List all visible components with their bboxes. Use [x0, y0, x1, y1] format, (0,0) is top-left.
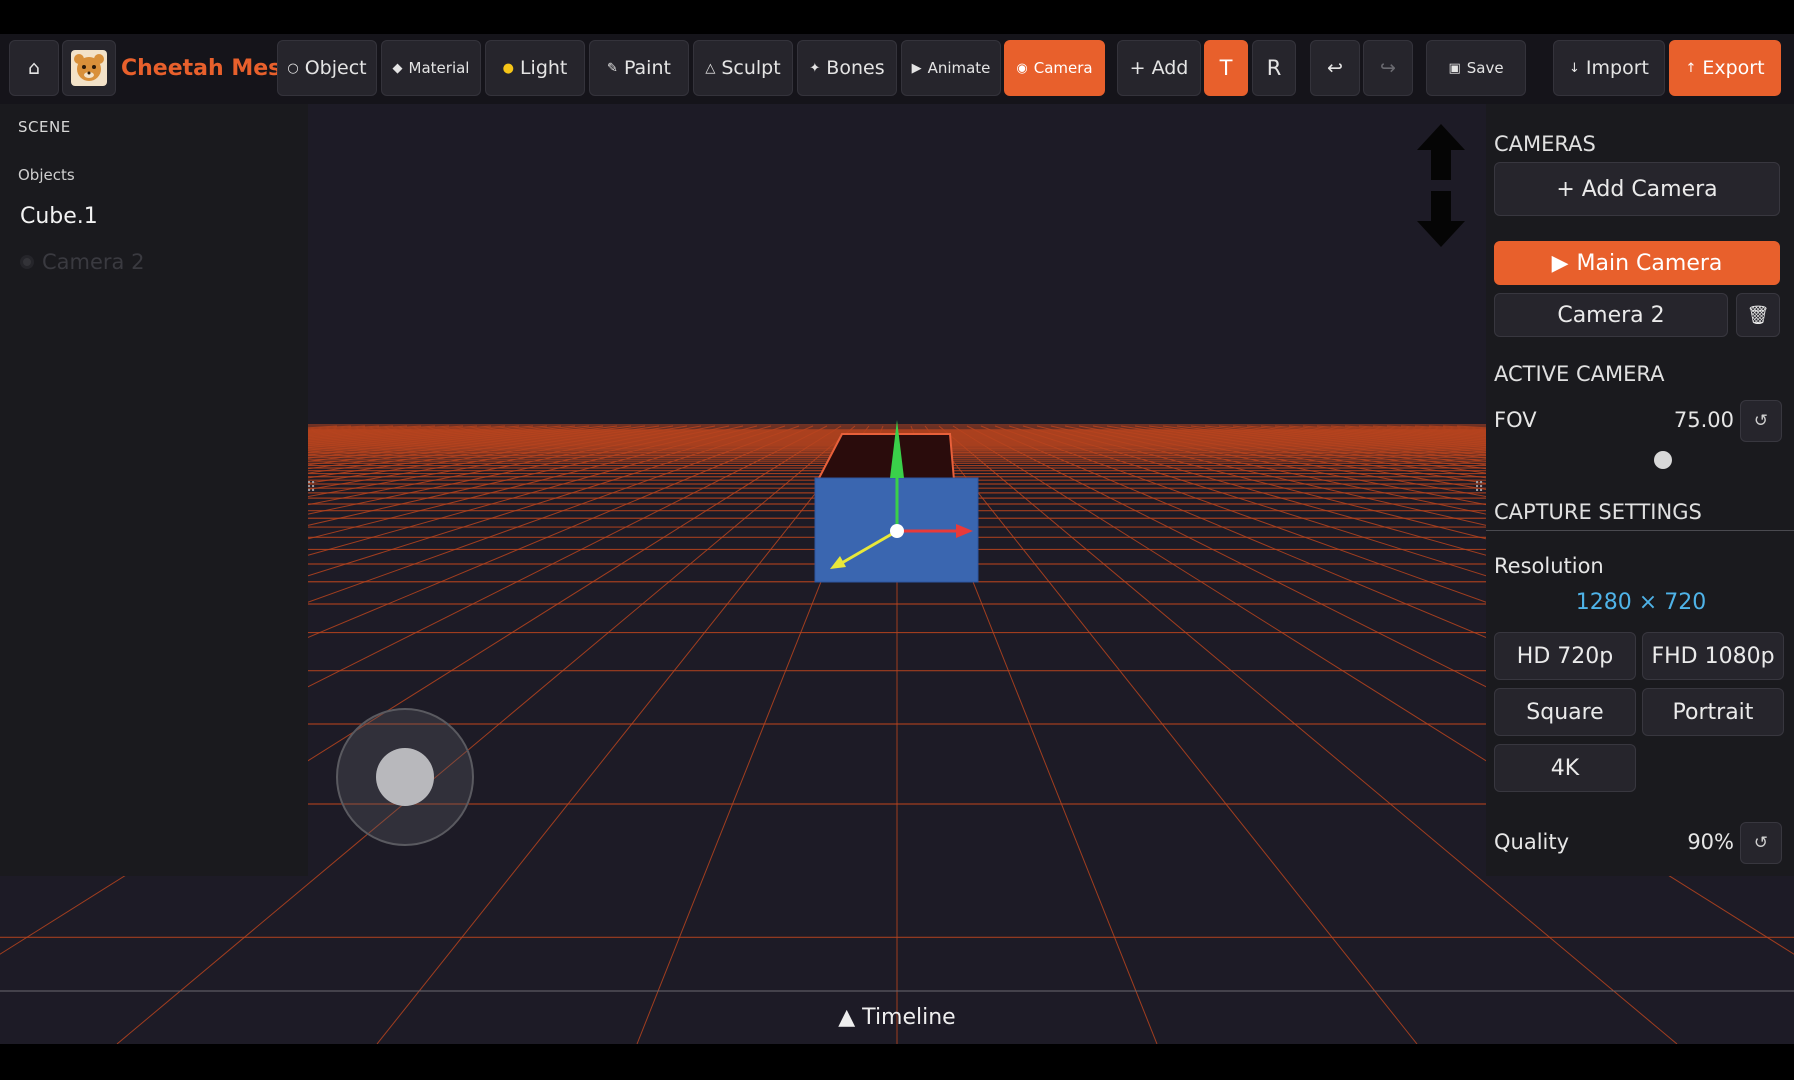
fov-slider-thumb[interactable]	[1654, 451, 1672, 469]
play-icon: ▶	[911, 60, 922, 76]
resolution-label: Resolution	[1494, 554, 1604, 578]
joystick-control[interactable]	[336, 708, 474, 846]
tab-animate[interactable]: ▶ Animate	[901, 40, 1001, 96]
tab-object[interactable]: ○ Object	[277, 40, 377, 96]
capture-settings-header: CAPTURE SETTINGS	[1494, 500, 1702, 524]
bulb-icon: ●	[502, 60, 514, 76]
fov-value: 75.00	[1673, 408, 1734, 432]
cameras-header: CAMERAS	[1494, 132, 1596, 156]
reset-icon: ↺	[1753, 411, 1769, 431]
preset-square-button[interactable]: Square	[1494, 688, 1636, 736]
app-window: ⠿ ⠿ ⌂ Cheetah Mesh ○ Object ◆ Material ●…	[0, 34, 1794, 1044]
camera-item-2[interactable]: Camera 2	[1494, 293, 1728, 337]
diamond-icon: ◆	[392, 60, 403, 76]
translate-mode-button[interactable]: T	[1204, 40, 1248, 96]
scene-object-camera-label: Camera 2	[42, 250, 145, 274]
cameras-panel: CAMERAS + Add Camera ▶ Main Camera Camer…	[1486, 104, 1794, 876]
app-logo	[62, 40, 116, 96]
camera-item-main[interactable]: ▶ Main Camera	[1494, 241, 1780, 285]
reset-icon: ↺	[1753, 833, 1769, 853]
joystick-knob[interactable]	[376, 748, 434, 806]
circle-outline-icon: ○	[287, 60, 299, 76]
tab-camera[interactable]: ◉ Camera	[1004, 40, 1105, 96]
undo-icon: ↩	[1327, 57, 1343, 79]
tab-bones-label: Bones	[826, 57, 885, 79]
scene-header: SCENE	[18, 118, 71, 136]
redo-button[interactable]: ↪	[1363, 40, 1413, 96]
star-icon: ✦	[809, 60, 821, 76]
delete-camera-button[interactable]: 🗑	[1736, 293, 1780, 337]
objects-label: Objects	[18, 166, 75, 184]
home-icon: ⌂	[27, 57, 41, 79]
resolution-value: 1280 × 720	[1575, 590, 1707, 615]
scene-panel: SCENE Objects Cube.1 Camera 2	[0, 104, 308, 876]
tab-paint[interactable]: ✎ Paint	[589, 40, 689, 96]
redo-icon: ↪	[1380, 57, 1396, 79]
tab-bones[interactable]: ✦ Bones	[797, 40, 897, 96]
tab-object-label: Object	[304, 57, 367, 79]
app-title: Cheetah Mesh	[121, 55, 297, 81]
preset-4k-button[interactable]: 4K	[1494, 744, 1636, 792]
tab-light-label: Light	[519, 57, 568, 79]
main-toolbar: ⌂ Cheetah Mesh ○ Object ◆ Material ● Lig…	[0, 34, 1794, 104]
import-icon: ↓	[1569, 60, 1580, 76]
brush-icon: ✎	[607, 60, 618, 76]
tab-sculpt-label: Sculpt	[721, 57, 781, 79]
camera-dot-icon	[20, 255, 34, 269]
active-camera-header: ACTIVE CAMERA	[1494, 362, 1665, 386]
tab-camera-label: Camera	[1033, 59, 1093, 77]
tab-animate-label: Animate	[927, 59, 991, 77]
save-button[interactable]: ▣ Save	[1426, 40, 1526, 96]
rotate-mode-button[interactable]: R	[1252, 40, 1296, 96]
export-label: Export	[1702, 57, 1765, 79]
quality-reset-button[interactable]: ↺	[1740, 822, 1782, 864]
fov-reset-button[interactable]: ↺	[1740, 400, 1782, 442]
export-button[interactable]: ↑ Export	[1669, 40, 1781, 96]
cheetah-logo-icon	[71, 50, 107, 86]
import-button[interactable]: ↓ Import	[1553, 40, 1665, 96]
quality-value: 90%	[1687, 830, 1734, 854]
preset-portrait-button[interactable]: Portrait	[1642, 688, 1784, 736]
save-icon: ▣	[1448, 60, 1461, 76]
tab-paint-label: Paint	[623, 57, 671, 79]
triangle-icon: △	[705, 60, 716, 76]
tab-sculpt[interactable]: △ Sculpt	[693, 40, 793, 96]
tab-material[interactable]: ◆ Material	[381, 40, 481, 96]
home-button[interactable]: ⌂	[9, 40, 59, 96]
import-label: Import	[1585, 57, 1649, 79]
add-camera-button[interactable]: + Add Camera	[1494, 162, 1780, 216]
camera-item-main-label: Main Camera	[1576, 250, 1723, 276]
export-icon: ↑	[1685, 60, 1697, 76]
right-resize-grip-icon[interactable]: ⠿	[1474, 480, 1484, 496]
undo-button[interactable]: ↩	[1310, 40, 1360, 96]
preset-fhd1080-button[interactable]: FHD 1080p	[1642, 632, 1784, 680]
timeline-toggle[interactable]: ▲ Timeline	[0, 1005, 1794, 1030]
save-label: Save	[1466, 59, 1504, 77]
fov-label: FOV	[1494, 408, 1537, 432]
divider	[1486, 530, 1794, 531]
tab-light[interactable]: ● Light	[485, 40, 585, 96]
record-icon: ◉	[1016, 60, 1028, 76]
play-icon: ▶	[1551, 250, 1569, 276]
quality-label: Quality	[1494, 830, 1570, 854]
scene-object-cube[interactable]: Cube.1	[20, 204, 98, 229]
preset-hd720-button[interactable]: HD 720p	[1494, 632, 1636, 680]
tab-material-label: Material	[408, 59, 470, 77]
scene-object-camera[interactable]: Camera 2	[20, 250, 144, 274]
add-button[interactable]: + Add	[1117, 40, 1201, 96]
trash-icon: 🗑	[1746, 304, 1770, 326]
